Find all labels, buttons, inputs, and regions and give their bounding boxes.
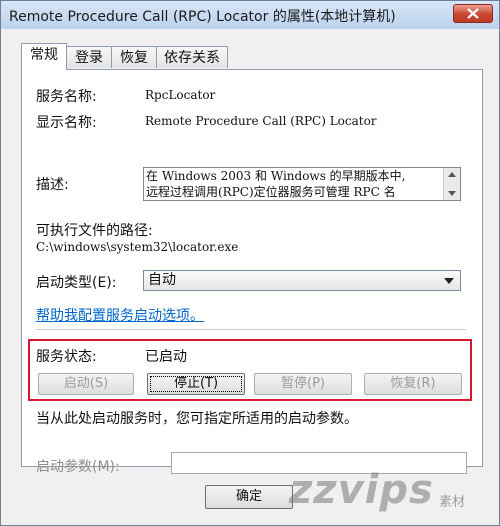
scroll-down-icon[interactable] [448,191,456,196]
description-line: 在 Windows 2003 和 Windows 的早期版本中, [146,169,406,183]
description-scrollbar[interactable] [443,168,460,200]
divider [36,329,466,330]
title-bar: Remote Procedure Call (RPC) Locator 的属性(… [1,1,499,29]
tab-dependencies[interactable]: 依存关系 [156,46,228,68]
ok-button[interactable]: 确定 [205,485,293,509]
dialog-body: 常规 登录 恢复 依存关系 服务名称: RpcLocator 显示名称: Rem… [5,29,495,521]
properties-window: Remote Procedure Call (RPC) Locator 的属性(… [0,0,500,526]
watermark: zzvips [289,467,434,513]
scroll-up-icon[interactable] [448,172,456,177]
startup-type-label: 启动类型(E): [36,275,117,291]
tab-recovery[interactable]: 恢复 [111,46,157,68]
chevron-down-icon [444,278,454,284]
service-status-label: 服务状态: [36,349,97,365]
display-name-label: 显示名称: [36,115,97,131]
start-params-label: 启动参数(M): [36,459,120,475]
exe-path-label: 可执行文件的路径: [36,223,153,239]
help-config-link[interactable]: 帮助我配置服务启动选项。 [36,305,204,325]
start-button[interactable]: 启动(S) [38,373,134,395]
resume-button[interactable]: 恢复(R) [364,373,462,395]
window-title: Remote Procedure Call (RPC) Locator 的属性(… [9,9,396,25]
description-box[interactable]: 在 Windows 2003 和 Windows 的早期版本中, 远程过程调用(… [143,167,461,201]
service-name-label: 服务名称: [36,89,97,105]
startup-type-value: 自动 [148,272,176,288]
startup-type-select[interactable]: 自动 [143,270,461,291]
watermark-suffix: 素材 [439,495,466,510]
pause-button[interactable]: 暂停(P) [254,373,352,395]
tab-general[interactable]: 常规 [21,43,67,70]
description-line: 远程过程调用(RPC)定位器服务可管理 RPC 名 [146,185,396,199]
general-panel: 服务名称: RpcLocator 显示名称: Remote Procedure … [21,69,483,475]
stop-button[interactable]: 停止(T) [147,373,245,395]
params-hint: 当从此处启动服务时，您可指定所适用的启动参数。 [36,411,358,427]
display-name-value: Remote Procedure Call (RPC) Locator [145,114,377,128]
close-button[interactable] [453,4,493,23]
service-name-value: RpcLocator [145,88,216,102]
description-label: 描述: [36,177,69,193]
exe-path-value: C:\windows\system32\locator.exe [36,240,239,254]
close-icon [467,8,479,19]
service-status-value: 已启动 [145,349,187,365]
tab-logon[interactable]: 登录 [66,46,112,68]
